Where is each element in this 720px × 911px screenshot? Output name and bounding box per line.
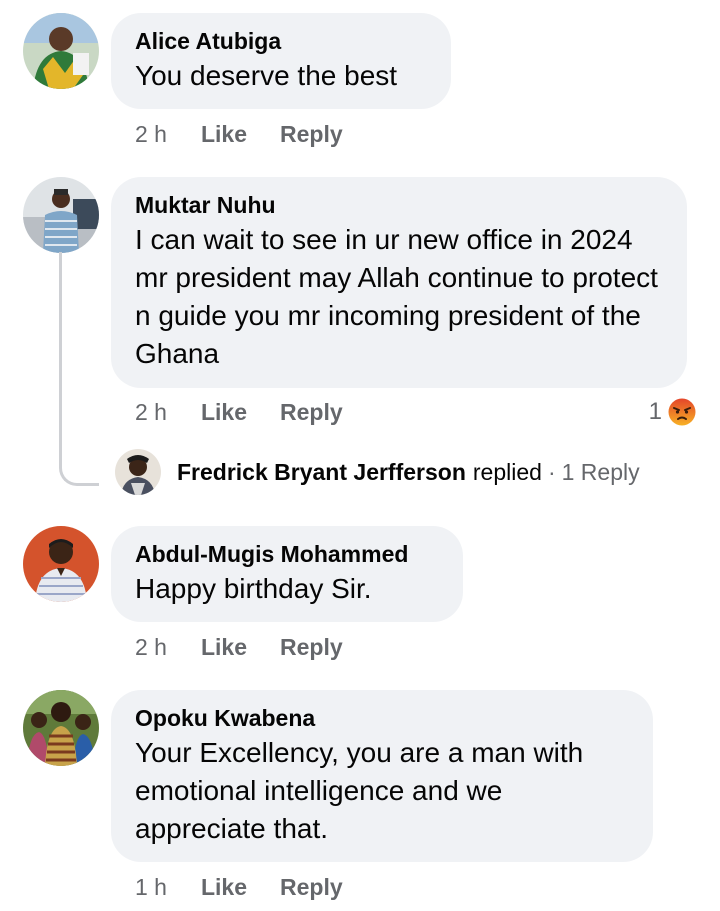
comment-author[interactable]: Muktar Nuhu: [135, 191, 663, 219]
comment-time[interactable]: 2 h: [135, 633, 167, 661]
comment-time[interactable]: 1 h: [135, 873, 167, 901]
comment-time[interactable]: 2 h: [135, 120, 167, 148]
comment-text: Happy birthday Sir.: [135, 573, 372, 604]
reply-verb: replied: [472, 458, 542, 485]
comment-bubble: Alice Atubiga You deserve the best: [111, 13, 451, 109]
comment-author[interactable]: Abdul-Mugis Mohammed: [135, 540, 439, 568]
comment-actions: 1 h Like Reply: [135, 873, 376, 901]
reply-button[interactable]: Reply: [280, 120, 343, 148]
comment-text: I can wait to see in ur new office in 20…: [135, 224, 658, 369]
avatar: [115, 449, 161, 495]
comment-actions: 2 h Like Reply: [135, 398, 376, 426]
like-button[interactable]: Like: [201, 633, 247, 661]
reply-count: 1 Reply: [561, 458, 640, 485]
reply-button[interactable]: Reply: [280, 873, 343, 901]
comment-text: You deserve the best: [135, 60, 398, 91]
comment-time[interactable]: 2 h: [135, 398, 167, 426]
reaction-summary[interactable]: 1: [649, 396, 698, 428]
reaction-count: 1: [648, 398, 662, 425]
comment-bubble: Opoku Kwabena Your Excellency, you are a…: [111, 690, 653, 862]
reply-button[interactable]: Reply: [280, 398, 343, 426]
comment-actions: 2 h Like Reply: [135, 120, 376, 148]
like-button[interactable]: Like: [201, 873, 247, 901]
separator-dot: ·: [547, 458, 556, 485]
thread-connector-line: [59, 252, 99, 486]
like-button[interactable]: Like: [201, 398, 247, 426]
reply-button[interactable]: Reply: [280, 633, 343, 661]
avatar[interactable]: [23, 177, 99, 253]
view-replies-link[interactable]: Fredrick Bryant Jerfferson replied · 1 R…: [115, 449, 640, 495]
comment-bubble: Abdul-Mugis Mohammed Happy birthday Sir.: [111, 526, 463, 622]
avatar[interactable]: [23, 690, 99, 766]
comment-author[interactable]: Opoku Kwabena: [135, 704, 629, 732]
reply-author: Fredrick Bryant Jerfferson: [177, 458, 466, 485]
avatar[interactable]: [23, 526, 99, 602]
comment-text: Your Excellency, you are a man with emot…: [135, 737, 584, 844]
comment-actions: 2 h Like Reply: [135, 633, 376, 661]
angry-reaction-icon: [667, 397, 697, 427]
comment-bubble: Muktar Nuhu I can wait to see in ur new …: [111, 177, 687, 388]
avatar[interactable]: [23, 13, 99, 89]
like-button[interactable]: Like: [201, 120, 247, 148]
comment-author[interactable]: Alice Atubiga: [135, 27, 427, 55]
